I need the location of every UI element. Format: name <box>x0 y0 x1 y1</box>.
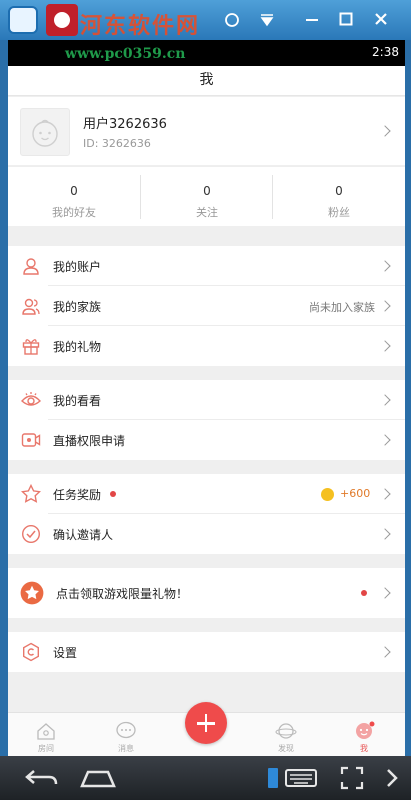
chevron-right-icon <box>379 394 391 406</box>
family-icon <box>22 298 40 315</box>
menu-item-inviter-label: 确认邀请人 <box>53 528 114 542</box>
chevron-right-icon <box>379 528 391 540</box>
minimize-icon[interactable] <box>300 8 324 32</box>
status-time: 2:38 <box>372 45 399 59</box>
stat-friends[interactable]: 0 我的好友 <box>8 167 140 227</box>
stat-fans-label: 粉丝 <box>328 206 350 219</box>
chevron-right-icon <box>379 300 391 312</box>
android-nav-bar <box>0 756 411 800</box>
menu-group-game-gift: 点击领取游戏限量礼物！ <box>8 568 405 618</box>
menu-group-settings: 设置 <box>8 632 405 672</box>
home-icon <box>37 723 55 740</box>
add-live-button[interactable] <box>185 702 227 744</box>
chevron-right-icon <box>379 260 391 272</box>
menu-item-account[interactable]: 我的账户 <box>8 246 405 286</box>
menu-item-game-gift-label: 点击领取游戏限量礼物！ <box>56 587 189 601</box>
page-title: 我 <box>8 66 405 96</box>
emulator-title-bar: 河东软件网 <box>0 0 411 40</box>
nav-tab-rooms-label: 房间 <box>38 744 54 753</box>
menu-item-watched-label: 我的看看 <box>53 394 102 408</box>
keyboard-toggle-icon[interactable] <box>264 762 324 794</box>
notification-dot <box>110 491 116 497</box>
menu-item-family-label: 我的家族 <box>53 300 102 314</box>
menu-item-account-label: 我的账户 <box>53 260 102 274</box>
dropdown-icon[interactable] <box>255 8 279 32</box>
stat-friends-label: 我的好友 <box>52 206 96 219</box>
menu-item-family[interactable]: 我的家族 尚未加入家族 <box>8 286 405 326</box>
menu-item-watched[interactable]: 我的看看 <box>8 380 405 420</box>
check-circle-icon <box>21 524 41 544</box>
message-icon <box>116 721 136 739</box>
profile-name: 用户3262636 <box>83 117 167 132</box>
notification-dot <box>361 590 367 596</box>
planet-icon <box>275 723 297 739</box>
profile-card[interactable]: 用户3262636 ID: 3262636 <box>8 97 405 165</box>
stat-following[interactable]: 0 关注 <box>141 167 273 227</box>
menu-item-inviter[interactable]: 确认邀请人 <box>8 514 405 554</box>
watermark-site: 河东软件网 <box>80 13 201 39</box>
nav-tab-rooms[interactable]: 房间 <box>16 713 76 756</box>
chevron-right-icon <box>379 434 391 446</box>
stat-friends-value: 0 <box>70 184 78 198</box>
menu-item-live-permission-label: 直播权限申请 <box>53 434 126 448</box>
chevron-right-icon <box>379 646 391 658</box>
menu-item-settings[interactable]: 设置 <box>8 632 405 672</box>
avatar[interactable] <box>20 108 70 156</box>
profile-id: ID: 3262636 <box>83 137 151 150</box>
chevron-right-icon <box>379 340 391 352</box>
close-icon[interactable] <box>369 8 393 32</box>
stats-bar: 0 我的好友 0 关注 0 粉丝 <box>8 166 405 226</box>
stat-following-value: 0 <box>203 184 211 198</box>
settings-icon <box>23 642 39 662</box>
eye-icon <box>21 392 41 406</box>
nav-tab-messages-label: 消息 <box>118 744 134 753</box>
maximize-icon[interactable] <box>334 8 358 32</box>
family-status: 尚未加入家族 <box>309 301 375 314</box>
watermark-url: www.pc0359.cn <box>65 46 186 62</box>
app-logo-icon <box>46 4 78 36</box>
menu-group-tasks: 任务奖励 +600 确认邀请人 <box>8 474 405 554</box>
menu-item-gifts-label: 我的礼物 <box>53 340 102 354</box>
nav-tab-messages[interactable]: 消息 <box>96 713 156 756</box>
star-icon <box>21 484 41 503</box>
menu-item-tasks-label: 任务奖励 <box>53 488 102 502</box>
user-icon <box>23 258 39 275</box>
task-reward-value: +600 <box>340 487 371 500</box>
chevron-right-icon <box>379 587 391 599</box>
chevron-right-icon[interactable] <box>382 762 402 794</box>
stat-following-label: 关注 <box>196 206 218 219</box>
profile-icon <box>356 721 375 739</box>
coin-icon <box>321 488 334 501</box>
chevron-right-icon <box>379 125 391 137</box>
home-button-icon[interactable] <box>78 762 118 794</box>
menu-group-watch: 我的看看 直播权限申请 <box>8 380 405 460</box>
nav-tab-me[interactable]: 我 <box>334 713 394 756</box>
menu-item-live-permission[interactable]: 直播权限申请 <box>8 420 405 460</box>
menu-group-account: 我的账户 我的家族 尚未加入家族 我的礼物 <box>8 246 405 366</box>
back-icon[interactable] <box>20 762 64 794</box>
menu-item-tasks[interactable]: 任务奖励 +600 <box>8 474 405 514</box>
menu-item-game-gift[interactable]: 点击领取游戏限量礼物！ <box>8 573 405 613</box>
nav-tab-discover-label: 发现 <box>278 744 294 753</box>
emulator-logo-icon <box>8 6 38 34</box>
chevron-right-icon <box>379 488 391 500</box>
avatar-face-icon <box>32 119 58 147</box>
app-screen: 我 用户3262636 ID: 3262636 0 我的好友 0 关注 0 粉丝 <box>8 66 405 756</box>
nav-tab-discover[interactable]: 发现 <box>256 713 316 756</box>
star-badge-icon <box>20 581 44 605</box>
nav-tab-me-label: 我 <box>360 744 368 753</box>
menu-item-gifts[interactable]: 我的礼物 <box>8 326 405 366</box>
video-camera-icon <box>21 433 41 447</box>
gift-icon <box>22 339 40 355</box>
menu-item-settings-label: 设置 <box>53 646 78 660</box>
stat-fans[interactable]: 0 粉丝 <box>273 167 405 227</box>
keyboard-icon[interactable] <box>220 8 244 32</box>
fullscreen-icon[interactable] <box>336 762 368 794</box>
stat-fans-value: 0 <box>335 184 343 198</box>
